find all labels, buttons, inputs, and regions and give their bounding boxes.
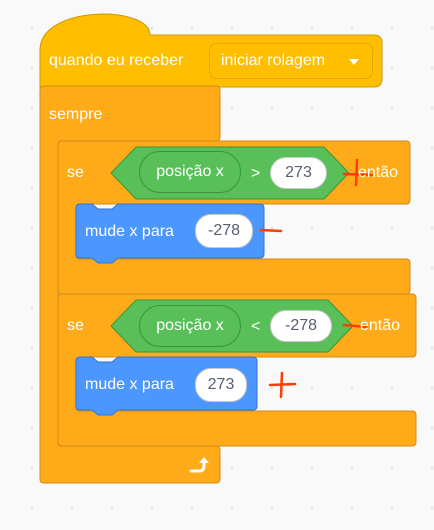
script-shapes — [39, 13, 417, 484]
compare-value-input-1[interactable]: 273 — [270, 157, 327, 189]
if-label-2: se — [67, 317, 84, 334]
annotation-plus-2 — [268, 371, 297, 399]
loop-arrow-icon — [189, 457, 209, 473]
set-x-value-input-2[interactable]: 273 — [195, 368, 247, 402]
compare-value-input-2[interactable]: -278 — [270, 310, 332, 342]
less-than-operator: < — [251, 318, 261, 335]
x-position-reporter-2[interactable]: posição x — [139, 305, 241, 347]
set-x-value-input-1[interactable]: -278 — [195, 214, 253, 248]
set-x-label-1: mude x para — [85, 223, 174, 240]
set-x-label-2: mude x para — [85, 376, 174, 393]
hat-block-label: quando eu receber — [49, 52, 184, 69]
if-label-1: se — [67, 164, 84, 181]
message-dropdown[interactable]: iniciar rolagem — [209, 43, 373, 79]
triangle-down-icon — [349, 59, 359, 65]
then-label-2: então — [360, 317, 401, 334]
message-dropdown-value: iniciar rolagem — [221, 52, 326, 69]
greater-than-operator: > — [251, 165, 261, 182]
annotation-minus-1 — [259, 228, 283, 233]
forever-label: sempre — [49, 106, 103, 123]
script-canvas: quando eu receber iniciar rolagem sempre… — [0, 0, 434, 530]
x-position-reporter-1[interactable]: posição x — [139, 151, 241, 193]
then-label-1: então — [358, 164, 399, 181]
